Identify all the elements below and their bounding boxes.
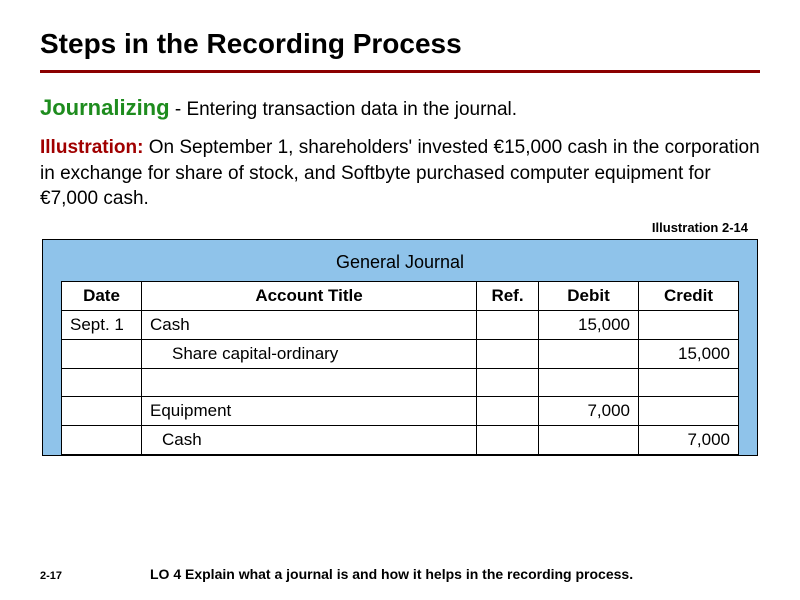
col-date: Date: [62, 281, 142, 310]
col-ref: Ref.: [477, 281, 539, 310]
cell-credit: [639, 310, 739, 339]
cell-debit: [539, 425, 639, 454]
cell-date: [62, 425, 142, 454]
cell-ref: [477, 368, 539, 396]
cell-credit: [639, 368, 739, 396]
slide-number: 2-17: [40, 570, 110, 582]
illustration-paragraph: Illustration: On September 1, shareholde…: [40, 135, 760, 212]
cell-credit: [639, 396, 739, 425]
title-rule: [40, 70, 760, 73]
table-row: Sept. 1Cash 15,000: [62, 310, 739, 339]
journal-table: Date Account Title Ref. Debit Credit Sep…: [61, 281, 739, 455]
cell-account-title: [142, 368, 477, 396]
cell-debit: 7,000: [539, 396, 639, 425]
slide-body: Steps in the Recording Process Journaliz…: [0, 0, 800, 456]
col-title: Account Title: [142, 281, 477, 310]
cell-account-title: Cash: [142, 310, 477, 339]
journal-frame: General Journal Date Account Title Ref. …: [42, 239, 758, 456]
slide-title: Steps in the Recording Process: [40, 28, 760, 70]
cell-debit: 15,000: [539, 310, 639, 339]
cell-account-title: Equipment: [142, 396, 477, 425]
illustration-label: Illustration:: [40, 137, 143, 158]
cell-credit: 7,000: [639, 425, 739, 454]
cell-date: [62, 368, 142, 396]
cell-date: [62, 396, 142, 425]
cell-ref: [477, 339, 539, 368]
cell-debit: [539, 368, 639, 396]
cell-ref: [477, 425, 539, 454]
table-row: Equipment 7,000: [62, 396, 739, 425]
footer: 2-17 LO 4 Explain what a journal is and …: [0, 566, 800, 582]
term-definition: - Entering transaction data in the journ…: [170, 99, 517, 120]
table-header-row: Date Account Title Ref. Debit Credit: [62, 281, 739, 310]
journal-tbody: Sept. 1Cash15,000Share capital-ordinary1…: [62, 310, 739, 454]
col-debit: Debit: [539, 281, 639, 310]
table-row: Cash 7,000: [62, 425, 739, 454]
illustration-text: On September 1, shareholders' invested €…: [40, 137, 760, 209]
table-row: [62, 368, 739, 396]
cell-ref: [477, 310, 539, 339]
col-credit: Credit: [639, 281, 739, 310]
subheading: Journalizing - Entering transaction data…: [40, 95, 760, 121]
cell-account-title: Share capital-ordinary: [142, 339, 477, 368]
illustration-ref: Illustration 2-14: [40, 220, 760, 235]
term-journalizing: Journalizing: [40, 95, 170, 120]
cell-account-title: Cash: [142, 425, 477, 454]
cell-credit: 15,000: [639, 339, 739, 368]
table-row: Share capital-ordinary 15,000: [62, 339, 739, 368]
cell-date: Sept. 1: [62, 310, 142, 339]
learning-objective: LO 4 Explain what a journal is and how i…: [110, 566, 760, 582]
cell-date: [62, 339, 142, 368]
cell-ref: [477, 396, 539, 425]
cell-debit: [539, 339, 639, 368]
journal-title: General Journal: [61, 248, 739, 281]
